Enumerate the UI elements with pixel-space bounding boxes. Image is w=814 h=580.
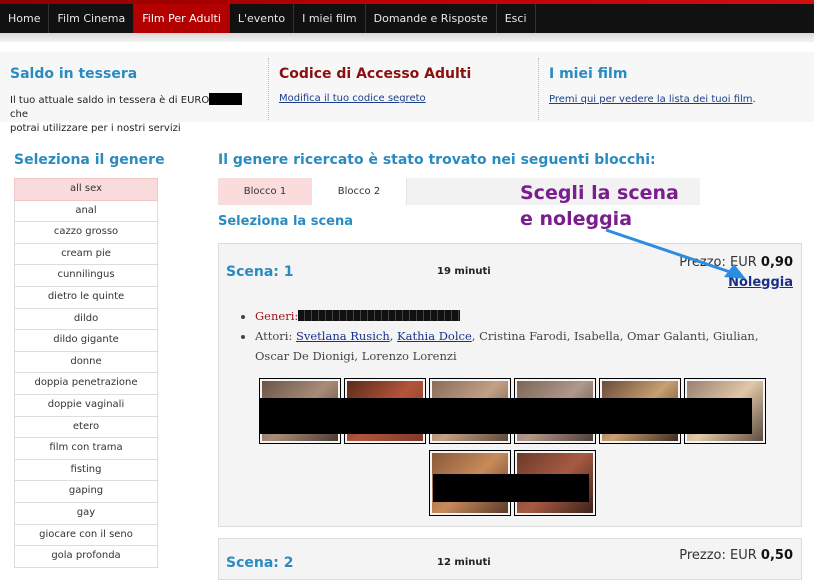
nav-item-home[interactable]: Home — [0, 4, 50, 33]
nav-item-miei-film[interactable]: I miei film — [294, 4, 366, 33]
tab-blocco-1[interactable]: Blocco 1 — [218, 178, 312, 205]
nav-item-film-per-adulti[interactable]: Film Per Adulti — [134, 4, 230, 33]
scene-section-title: Seleziona la scena — [218, 214, 354, 229]
nav-item-domande[interactable]: Domande e Risposte — [366, 4, 497, 33]
scene-duration: 19 minuti — [437, 266, 491, 277]
annotation-arrow-icon — [605, 228, 746, 279]
genre-item[interactable]: doppie vaginali — [14, 394, 158, 417]
saldo-box: Saldo in tessera Il tuo attuale saldo in… — [10, 52, 260, 134]
saldo-text-after: che — [10, 109, 28, 120]
genre-item[interactable]: cream pie — [14, 243, 158, 266]
saldo-text: Il tuo attuale saldo in tessera è di EUR… — [10, 93, 260, 136]
genre-item[interactable]: cunnilingus — [14, 265, 158, 287]
genres-redaction — [298, 310, 461, 321]
nav-item-film-cinema[interactable]: Film Cinema — [49, 4, 135, 33]
genre-item[interactable]: giocare con il seno — [14, 524, 158, 547]
scene-genres: Generi: — [255, 306, 793, 326]
genre-item[interactable]: gay — [14, 502, 158, 525]
genre-item[interactable]: cazzo grosso — [14, 222, 158, 244]
genre-item[interactable]: dildo gigante — [14, 330, 158, 352]
top-nav: Home Film Cinema Film Per Adulti L'event… — [0, 0, 814, 33]
genre-item[interactable]: doppia penetrazione — [14, 373, 158, 395]
actor-link[interactable]: Kathia Dolce — [397, 329, 472, 343]
miei-film-title: I miei film — [549, 66, 628, 82]
genre-item[interactable]: dietro le quinte — [14, 286, 158, 309]
scene-title: Scena: 1 — [226, 264, 294, 280]
genre-item[interactable]: donne — [14, 351, 158, 374]
genres-label: Generi: — [255, 309, 299, 323]
scene-details: Generi: Attori: Svetlana Rusich, Kathia … — [241, 306, 793, 366]
nav-item-evento[interactable]: L'evento — [230, 4, 295, 33]
price-label: Prezzo: EUR — [679, 548, 757, 563]
codice-title: Codice di Accesso Adulti — [279, 66, 472, 82]
scene-duration: 12 minuti — [437, 557, 491, 568]
info-panel: Saldo in tessera Il tuo attuale saldo in… — [0, 52, 814, 134]
scene-price: Prezzo: EUR 0,50 — [679, 548, 793, 563]
actors-label: Attori: — [255, 329, 293, 343]
saldo-text-before: Il tuo attuale saldo in tessera è di EUR… — [10, 95, 210, 106]
nav-menu: Home Film Cinema Film Per Adulti L'event… — [0, 4, 536, 33]
actor-link[interactable]: Svetlana Rusich — [296, 329, 390, 343]
results-title: Il genere ricercato è stato trovato nei … — [218, 152, 656, 168]
nav-item-esci[interactable]: Esci — [497, 4, 536, 33]
miei-film-text: Premi qui per vedere la lista dei tuoi f… — [549, 93, 756, 107]
saldo-title: Saldo in tessera — [10, 66, 138, 82]
genre-item[interactable]: gola profonda — [14, 546, 158, 568]
nav-shadow — [0, 33, 814, 42]
annotation-line: Scegli la scena — [520, 182, 679, 204]
saldo-redaction — [209, 93, 243, 105]
miei-film-box: I miei film Premi qui per vedere la list… — [549, 52, 799, 122]
codice-box: Codice di Accesso Adulti Modifica il tuo… — [279, 52, 529, 122]
scene-actors: Attori: Svetlana Rusich, Kathia Dolce, C… — [255, 326, 793, 366]
saldo-text-line2: potrai utilizzare per i nostri servizi — [10, 123, 181, 134]
censor-bar — [259, 398, 752, 434]
scene-title: Scena: 2 — [226, 555, 294, 571]
info-divider — [268, 58, 269, 120]
miei-film-suffix: . — [752, 94, 756, 105]
info-divider — [538, 58, 539, 120]
genre-item[interactable]: gaping — [14, 481, 158, 503]
censor-bar — [433, 474, 589, 502]
genre-sidebar-title: Seleziona il genere — [14, 152, 165, 168]
scene-card: Scena: 2 12 minuti Prezzo: EUR 0,50 — [218, 538, 802, 580]
genre-item[interactable]: all sex — [14, 178, 158, 201]
miei-film-link[interactable]: Premi qui per vedere la lista dei tuoi f… — [549, 94, 753, 105]
price-value: 0,50 — [760, 548, 793, 563]
genre-list: all sex anal cazzo grosso cream pie cunn… — [14, 178, 158, 568]
genre-item[interactable]: dildo — [14, 308, 158, 331]
price-value: 0,90 — [760, 255, 793, 270]
genre-item[interactable]: etero — [14, 416, 158, 439]
modifica-codice-link[interactable]: Modifica il tuo codice segreto — [279, 93, 426, 104]
genre-item[interactable]: film con trama — [14, 438, 158, 460]
genre-item[interactable]: anal — [14, 200, 158, 223]
genre-item[interactable]: fisting — [14, 459, 158, 482]
tab-blocco-2[interactable]: Blocco 2 — [312, 178, 407, 205]
